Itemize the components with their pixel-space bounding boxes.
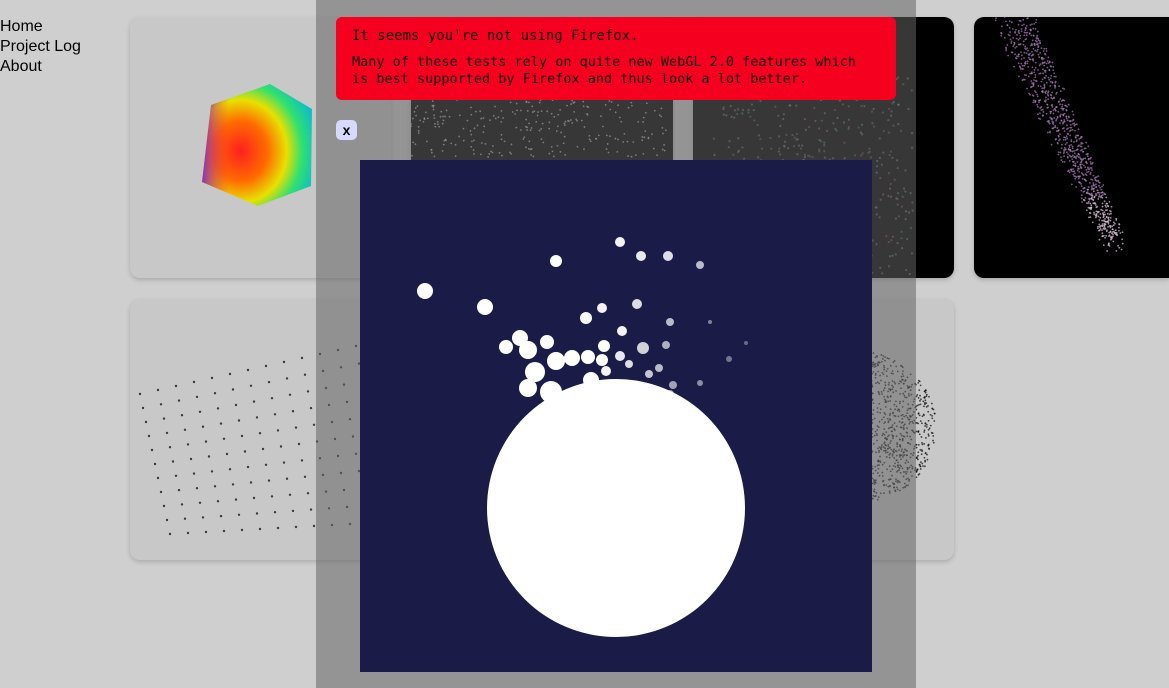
nav-project-log-link[interactable]: Project Log	[0, 37, 81, 57]
warning-message: Many of these tests rely on quite new We…	[352, 54, 856, 87]
close-button[interactable]: x	[336, 120, 357, 140]
particle-thumbnail	[994, 17, 1124, 252]
browser-warning-banner: It seems you're not using Firefox. Many …	[336, 17, 896, 100]
gallery-card-purple-stream[interactable]	[974, 17, 1169, 278]
nav-home-link[interactable]: Home	[0, 17, 81, 37]
physics-spheres-scene	[417, 237, 748, 637]
site-nav: Home Project Log About	[0, 17, 81, 77]
warning-title: It seems you're not using Firefox.	[352, 28, 639, 44]
webgl-demo-canvas[interactable]	[360, 160, 872, 672]
nav-about-link[interactable]: About	[0, 57, 81, 77]
